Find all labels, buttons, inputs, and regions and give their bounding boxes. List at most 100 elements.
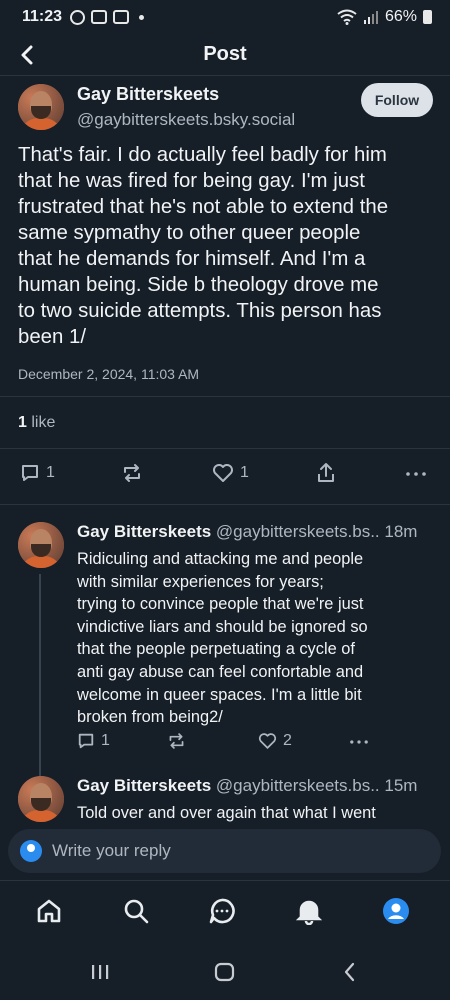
- share-button[interactable]: [316, 462, 336, 484]
- reply-author-handle[interactable]: @gaybitterskeets.bs..: [216, 776, 380, 795]
- reply-button[interactable]: 1: [20, 463, 55, 483]
- repost-button[interactable]: [121, 463, 143, 483]
- comment-icon: [78, 733, 94, 749]
- more-icon: [350, 740, 368, 744]
- divider: [0, 504, 450, 505]
- home-icon: [37, 899, 61, 923]
- avatar[interactable]: [18, 522, 64, 568]
- reply-text-line: trying to convince people that we're jus…: [77, 595, 364, 614]
- more-options-button[interactable]: [405, 464, 427, 484]
- repost-icon: [124, 464, 140, 482]
- favorite-count: 1: [240, 464, 249, 481]
- more-notifications-dot: [139, 14, 145, 20]
- profile-icon: [20, 840, 42, 862]
- reply-text-line: broken from being2/: [77, 708, 223, 727]
- like-button[interactable]: 2: [258, 732, 292, 750]
- profile-icon: [383, 898, 409, 924]
- reply-count: 1: [46, 464, 55, 481]
- tab-notifications[interactable]: [293, 895, 325, 927]
- reply-header: Gay Bitterskeets @gaybitterskeets.bs.. 1…: [77, 522, 417, 542]
- reply-author-handle[interactable]: @gaybitterskeets.bs..: [216, 522, 380, 541]
- heart-icon: [258, 733, 277, 749]
- post-text-line: That's fair. I do actually feel badly fo…: [18, 144, 387, 166]
- heart-icon: [213, 464, 233, 482]
- search-icon: [124, 899, 149, 924]
- battery-percent: 66%: [384, 8, 417, 25]
- author-info: Gay Bitterskeets @gaybitterskeets.bsky.s…: [77, 84, 295, 130]
- home-circle-icon: [214, 962, 235, 982]
- like-count-link[interactable]: 1 like: [18, 414, 55, 432]
- recent-apps-button[interactable]: [90, 962, 110, 987]
- post-text: That's fair. I do actually feel badly fo…: [18, 142, 434, 350]
- reply-author-name[interactable]: Gay Bitterskeets: [77, 776, 211, 795]
- author-name[interactable]: Gay Bitterskeets: [77, 84, 295, 105]
- main-post: Gay Bitterskeets @gaybitterskeets.bsky.s…: [0, 76, 450, 505]
- reply-text-line: anti gay abuse can feel confortable and: [77, 662, 364, 681]
- avatar[interactable]: [18, 84, 64, 130]
- reply-text-line: vindictive liars and should be ignored s…: [77, 617, 368, 636]
- reply-author-name[interactable]: Gay Bitterskeets: [77, 522, 211, 541]
- repost-icon: [169, 733, 184, 749]
- like-count: 2: [283, 732, 292, 749]
- home-nav-button[interactable]: [214, 962, 236, 987]
- post-text-line: that he demands for himself. And I'm a: [18, 248, 366, 270]
- reply-text-line: Ridiculing and attacking me and people: [77, 550, 364, 568]
- tab-chat[interactable]: [206, 895, 238, 927]
- post-text-line: human being. Side b theology drove me: [18, 274, 379, 296]
- share-icon: [318, 463, 334, 482]
- chat-icon: [209, 898, 235, 924]
- reply-input-placeholder: Write your reply: [52, 841, 171, 860]
- post-text-line: been 1/: [18, 326, 87, 348]
- reply-post[interactable]: Gay Bitterskeets @gaybitterskeets.bs.. 1…: [0, 776, 450, 826]
- status-bar: 11:23 66%: [0, 0, 450, 34]
- follow-button[interactable]: Follow: [361, 83, 433, 117]
- back-button[interactable]: [12, 40, 42, 70]
- post-actions: 1 1: [0, 458, 450, 494]
- outlook-icon: [113, 10, 130, 24]
- reply-text-line: Told over and over again that what I wen…: [77, 804, 376, 822]
- bottom-tab-bar: [0, 880, 450, 942]
- reply-time: 18m: [384, 522, 418, 541]
- divider: [0, 396, 450, 397]
- avatar[interactable]: [18, 776, 64, 822]
- reply-text-line: with similar experiences for years;: [77, 572, 324, 591]
- more-options-button[interactable]: [349, 733, 369, 751]
- more-icon: [406, 472, 426, 476]
- messenger-icon: [70, 9, 86, 25]
- top-header: Post: [0, 34, 450, 76]
- like-button[interactable]: 1: [212, 463, 249, 483]
- battery-icon: [423, 10, 432, 24]
- tab-home[interactable]: [33, 895, 65, 927]
- signal-icon: [363, 11, 378, 24]
- like-count-label: like: [31, 414, 56, 431]
- tab-search[interactable]: [120, 895, 152, 927]
- reply-time: 15m: [384, 776, 418, 795]
- reply-button[interactable]: 1: [77, 732, 110, 750]
- author-handle[interactable]: @gaybitterskeets.bsky.social: [77, 110, 295, 130]
- reply-count: 1: [101, 732, 110, 749]
- wifi-icon: [337, 9, 357, 25]
- repost-button[interactable]: [167, 732, 186, 750]
- tab-profile[interactable]: [380, 895, 412, 927]
- reply-text-line: welcome in queer spaces. I'm a little bi…: [77, 685, 362, 704]
- chevron-left-icon: [21, 45, 33, 65]
- calendar-icon: [91, 10, 108, 24]
- chevron-left-icon: [344, 962, 355, 982]
- back-nav-button[interactable]: [342, 962, 358, 987]
- post-text-line: frustrated that he's not able to extend …: [18, 196, 389, 218]
- comment-icon: [22, 465, 38, 481]
- bell-icon: [295, 900, 323, 925]
- recent-apps-icon: [92, 965, 109, 979]
- status-time: 11:23: [22, 8, 63, 25]
- page-title: Post: [203, 43, 247, 65]
- post-author-row: Gay Bitterskeets @gaybitterskeets.bsky.s…: [0, 76, 450, 140]
- notification-icons: [70, 9, 145, 25]
- system-navigation-bar: [0, 942, 450, 1000]
- reply-composer[interactable]: Write your reply: [8, 829, 441, 873]
- reply-actions: 1 2: [0, 730, 450, 766]
- divider: [0, 448, 450, 449]
- post-text-line: to two suicide attempts. This person has: [18, 300, 382, 322]
- post-text-line: that he was fired for being gay. I'm jus…: [18, 170, 365, 192]
- reply-text-line: that the people perpetuating a cycle of: [77, 640, 355, 659]
- like-count: 1: [18, 414, 27, 431]
